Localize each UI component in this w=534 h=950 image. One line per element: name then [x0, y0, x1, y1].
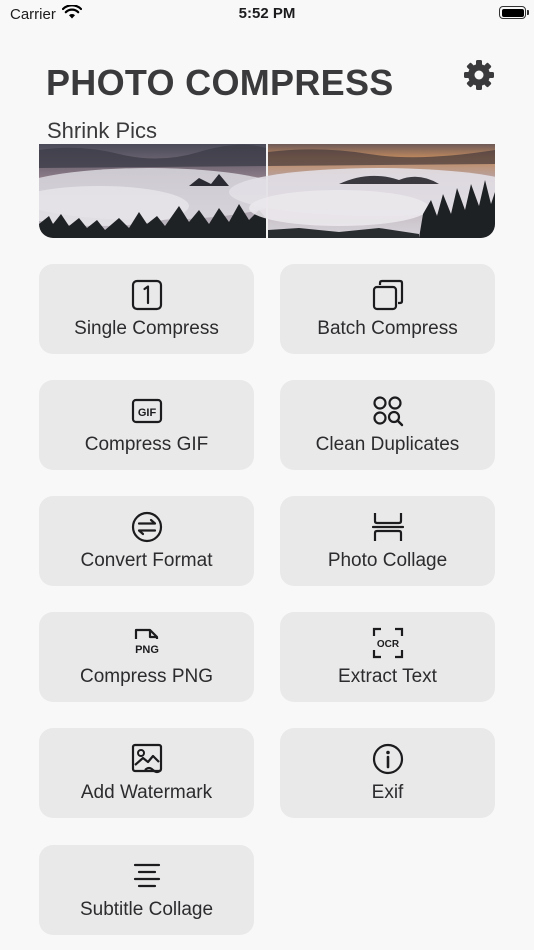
- tile-extract-text[interactable]: OCR Extract Text: [280, 612, 495, 702]
- tile-batch-compress[interactable]: Batch Compress: [280, 264, 495, 354]
- info-icon: [372, 742, 404, 776]
- app-screen: Carrier 5:52 PM PHOTO COMPRESS Shrink Pi…: [0, 0, 534, 950]
- single-square-icon: [131, 278, 163, 312]
- clock: 5:52 PM: [238, 5, 296, 22]
- png-file-icon: PNG: [131, 626, 163, 660]
- battery-fill: [501, 8, 524, 17]
- svg-text:OCR: OCR: [376, 639, 399, 650]
- tile-convert-format[interactable]: Convert Format: [39, 496, 254, 586]
- tile-label: Convert Format: [80, 550, 213, 571]
- tile-label: Compress PNG: [79, 666, 214, 687]
- tile-single-compress[interactable]: Single Compress: [39, 264, 254, 354]
- settings-button[interactable]: [460, 58, 498, 96]
- swap-arrows-icon: [131, 510, 163, 544]
- tile-label: Clean Duplicates: [315, 434, 460, 455]
- image-watermark-icon: [131, 742, 163, 776]
- app-subtitle: Shrink Pics: [47, 118, 158, 143]
- collage-icon: [371, 510, 404, 544]
- tile-label: Single Compress: [74, 318, 219, 339]
- ocr-icon: OCR: [372, 626, 404, 660]
- tile-compress-png[interactable]: PNG Compress PNG: [39, 612, 254, 702]
- stacked-squares-icon: [372, 278, 404, 312]
- tile-exif[interactable]: Exif: [280, 728, 495, 818]
- tile-label: Photo Collage: [327, 550, 448, 571]
- lines-icon: [131, 859, 163, 893]
- tile-add-watermark[interactable]: Add Watermark: [39, 728, 254, 818]
- tile-photo-collage[interactable]: Photo Collage: [280, 496, 495, 586]
- status-bar: Carrier 5:52 PM: [0, 0, 534, 28]
- gear-icon: [462, 58, 496, 97]
- tile-label: Exif: [371, 782, 404, 803]
- tile-subtitle-collage[interactable]: Subtitle Collage: [39, 845, 254, 935]
- svg-text:GIF: GIF: [137, 407, 156, 419]
- gif-icon: GIF: [131, 394, 163, 428]
- tile-label: Subtitle Collage: [79, 899, 214, 920]
- battery-icon: [499, 6, 529, 19]
- grid-search-icon: [372, 394, 404, 428]
- app-title: PHOTO COMPRESS: [46, 62, 394, 103]
- tile-compress-gif[interactable]: GIF Compress GIF: [39, 380, 254, 470]
- tile-label: Batch Compress: [317, 318, 458, 339]
- tile-label: Add Watermark: [80, 782, 213, 803]
- banner-image: [39, 144, 495, 238]
- tile-label: Compress GIF: [84, 434, 209, 455]
- tile-clean-duplicates[interactable]: Clean Duplicates: [280, 380, 495, 470]
- tile-label: Extract Text: [338, 666, 437, 687]
- svg-text:PNG: PNG: [135, 644, 159, 656]
